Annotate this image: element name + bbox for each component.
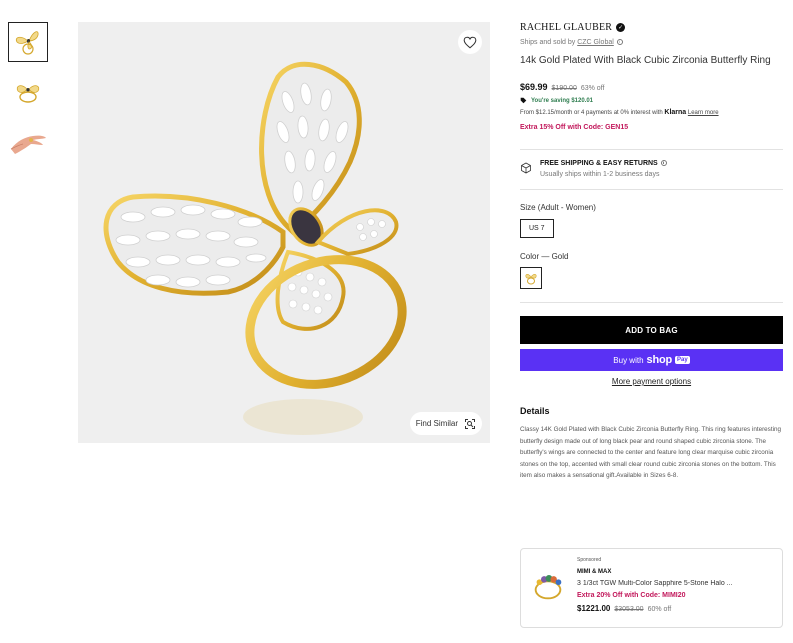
current-price: $69.99	[520, 82, 548, 92]
sponsored-title[interactable]: 3 1/3ct TGW Multi-Color Sapphire 5-Stone…	[577, 580, 747, 587]
shipping-title-text: FREE SHIPPING & EASY RETURNS	[540, 160, 658, 167]
more-payment-options-link[interactable]: More payment options	[520, 377, 783, 386]
info-icon[interactable]: i	[616, 39, 623, 46]
thumbnail-ring-1[interactable]	[8, 22, 48, 62]
gold-ring-swatch-icon	[525, 274, 537, 285]
verified-icon: ✓	[616, 23, 626, 32]
klarna-logo: Klarna	[664, 109, 687, 116]
size-label: Size (Adult - Women)	[520, 203, 596, 212]
klarna-learn-more-link[interactable]: Learn more	[688, 110, 719, 116]
klarna-text: From $12.15/month or 4 payments at 0% in…	[520, 110, 663, 116]
pay-badge: Pay	[675, 356, 690, 364]
saving-text: You're saving $120.01	[531, 97, 594, 104]
shipping-subtitle: Usually ships within 1-2 business days	[540, 171, 660, 178]
sponsored-original-price: $3053.00	[614, 606, 644, 613]
seller-link[interactable]: CZC Global	[577, 39, 614, 46]
klarna-row: From $12.15/month or 4 payments at 0% in…	[520, 109, 783, 116]
thumbnail-list	[8, 22, 48, 172]
thumbnail-hand[interactable]	[8, 122, 48, 162]
shop-pay-button[interactable]: Buy with shop Pay	[520, 349, 783, 371]
details-section: Details Classy 14K Gold Plated with Blac…	[520, 406, 783, 482]
brand-name[interactable]: RACHEL GLAUBER	[520, 22, 612, 33]
sponsored-product-card[interactable]: Sponsored MIMI & MAX 3 1/3ct TGW Multi-C…	[520, 548, 783, 628]
sold-by: Ships and sold by CZC Global i	[520, 39, 783, 46]
add-to-bag-button[interactable]: ADD TO BAG	[520, 316, 783, 344]
color-swatch-gold[interactable]	[520, 267, 542, 289]
divider	[520, 302, 783, 303]
sponsored-promo: Extra 20% Off with Code: MIMI20	[577, 592, 686, 599]
heart-icon	[463, 36, 477, 48]
sponsored-discount: 60% off	[647, 606, 672, 613]
price-row: $69.99 $190.00 63% off	[520, 82, 783, 92]
details-heading: Details	[520, 406, 550, 416]
details-text: Classy 14K Gold Plated with Black Cubic …	[520, 426, 781, 480]
thumbnail-ring-2[interactable]	[8, 72, 48, 112]
sponsored-tag: Sponsored	[577, 557, 602, 563]
sponsored-brand: MIMI & MAX	[577, 569, 612, 575]
buy-with-label: Buy with	[613, 355, 644, 365]
product-title: 14k Gold Plated With Black Cubic Zirconi…	[520, 55, 771, 66]
size-option-us7[interactable]: US 7	[520, 219, 554, 238]
purchase-actions: ADD TO BAG Buy with shop Pay More paymen…	[520, 316, 783, 386]
sponsored-price: $1221.00	[577, 604, 611, 613]
multicolor-sapphire-ring-image	[534, 574, 562, 600]
butterfly-ring-thumb-icon	[15, 31, 39, 55]
find-similar-icon	[465, 418, 475, 429]
size-section: Size (Adult - Women) US 7	[520, 203, 783, 238]
find-similar-button[interactable]: Find Similar	[409, 412, 482, 435]
main-product-image[interactable]: Find Similar	[78, 22, 490, 443]
original-price: $190.00	[551, 85, 577, 92]
shop-logo: shop	[646, 354, 673, 366]
find-similar-label: Find Similar	[415, 419, 458, 428]
shipping-title: FREE SHIPPING & EASY RETURNS i	[540, 160, 667, 167]
product-info: RACHEL GLAUBER ✓ Ships and sold by CZC G…	[520, 22, 783, 482]
saving-row: You're saving $120.01	[520, 97, 783, 104]
box-icon	[521, 162, 531, 174]
discount-percent: 63% off	[580, 85, 605, 92]
sponsored-body: Sponsored MIMI & MAX 3 1/3ct TGW Multi-C…	[577, 557, 774, 627]
butterfly-ring-side-thumb-icon	[16, 85, 40, 103]
color-label: Color — Gold	[520, 252, 569, 261]
info-icon[interactable]: i	[660, 160, 667, 167]
hand-model-thumb-icon	[10, 135, 46, 154]
promo-code: Extra 15% Off with Code: GEN15	[520, 124, 629, 131]
wishlist-button[interactable]	[458, 30, 482, 54]
tag-icon	[520, 97, 527, 104]
brand-row: RACHEL GLAUBER ✓	[520, 22, 783, 33]
color-section: Color — Gold	[520, 252, 783, 289]
divider	[520, 189, 783, 190]
sold-by-prefix: Ships and sold by	[520, 39, 576, 46]
gold-butterfly-ring	[103, 61, 407, 435]
shipping-info: FREE SHIPPING & EASY RETURNS i Usually s…	[520, 150, 783, 178]
sponsored-price-row: $1221.00 $3053.00 60% off	[577, 604, 774, 613]
